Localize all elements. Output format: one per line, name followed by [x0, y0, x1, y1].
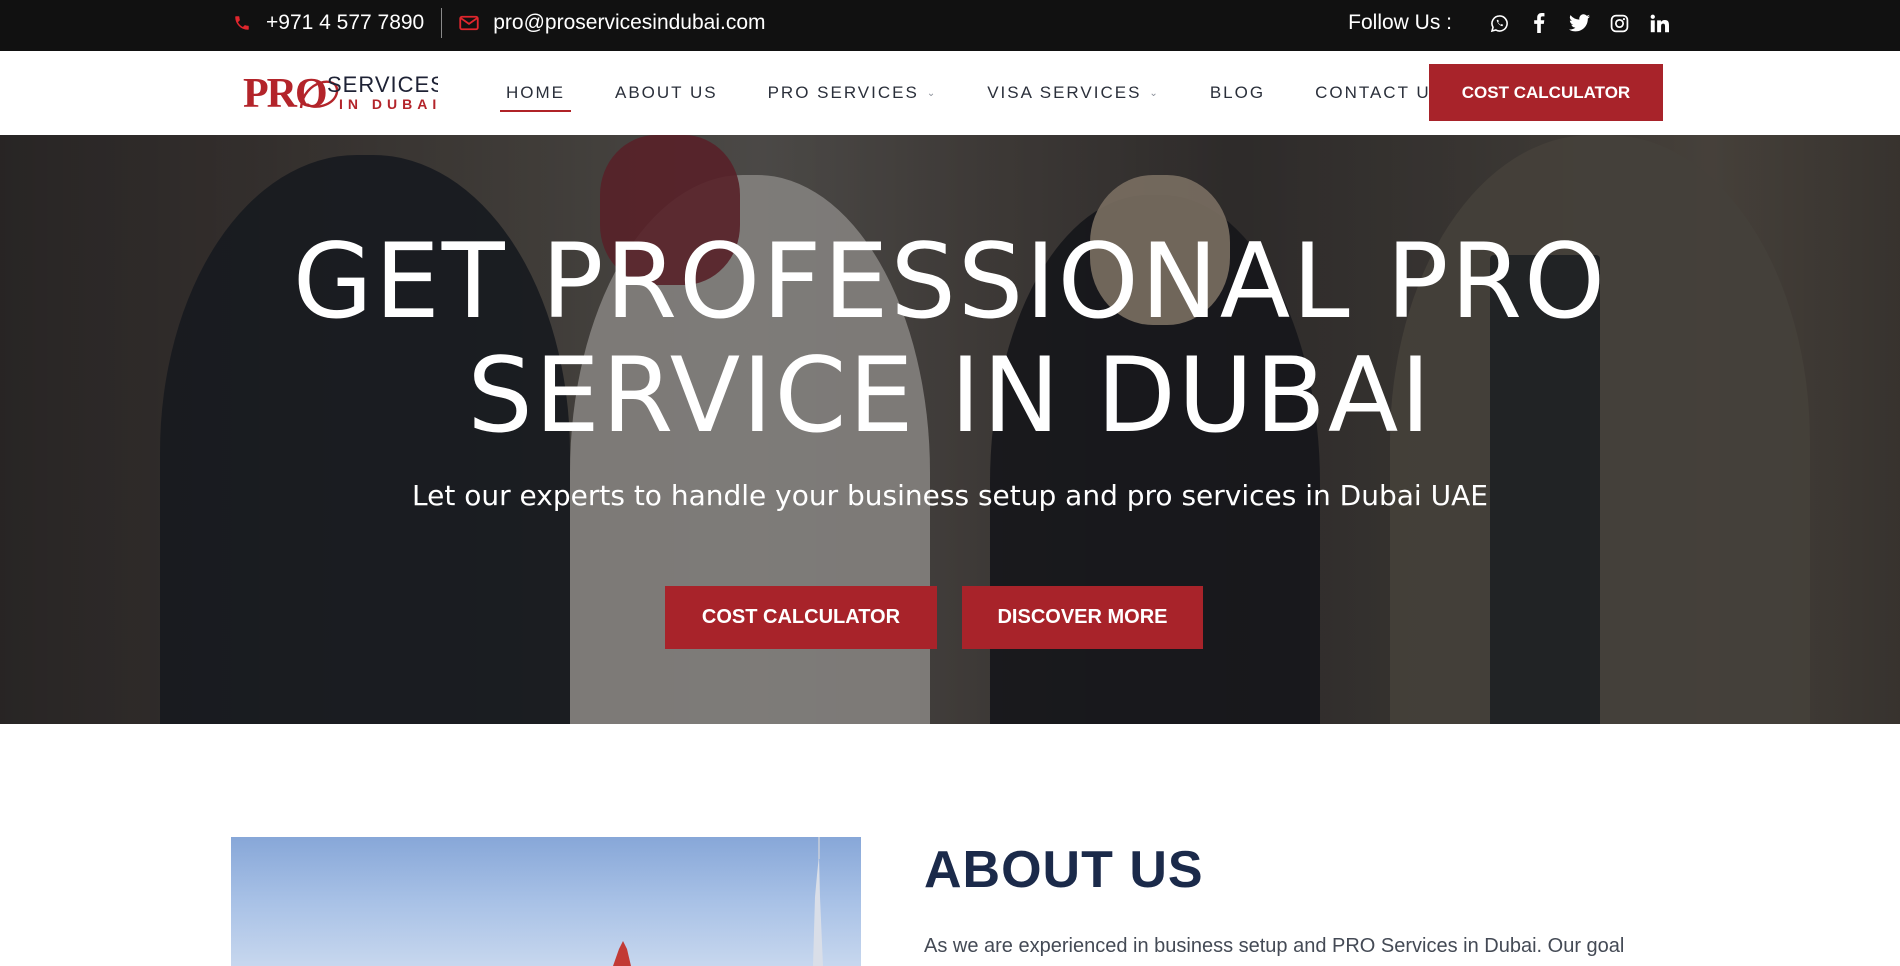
nav-visa-services[interactable]: VISA SERVICES ⌄: [981, 77, 1166, 109]
discover-more-button[interactable]: DISCOVER MORE: [962, 586, 1203, 649]
phone-link[interactable]: +971 4 577 7890: [231, 11, 424, 35]
nav-about-us-label: ABOUT US: [615, 83, 718, 102]
contact-divider: [441, 8, 443, 38]
logo-line1: SERVICES: [327, 72, 438, 97]
nav-home[interactable]: HOME: [500, 77, 571, 112]
instagram-icon[interactable]: [1608, 12, 1630, 34]
email-link[interactable]: pro@proservicesindubai.com: [458, 11, 766, 35]
twitter-icon[interactable]: [1568, 12, 1590, 34]
hero-title-line2: SERVICE IN DUBAI: [467, 336, 1433, 456]
about-title: ABOUT US: [924, 841, 1204, 899]
nav-home-label: HOME: [506, 83, 565, 102]
chevron-down-icon: ⌄: [926, 87, 938, 99]
hero-cost-calculator-button[interactable]: COST CALCULATOR: [665, 586, 937, 649]
logo-mark: PRO: [243, 71, 326, 116]
phone-icon: [231, 12, 253, 34]
logo-line2: IN DUBAI: [339, 96, 438, 112]
cost-calculator-button[interactable]: COST CALCULATOR: [1429, 64, 1663, 121]
nav-visa-services-label: VISA SERVICES: [987, 83, 1142, 102]
top-bar: +971 4 577 7890 pro@proservicesindubai.c…: [0, 0, 1900, 51]
nav-pro-services-label: PRO SERVICES: [767, 83, 919, 102]
contact-info: +971 4 577 7890 pro@proservicesindubai.c…: [231, 0, 766, 46]
linkedin-icon[interactable]: [1648, 12, 1670, 34]
social-links: Follow Us :: [1348, 0, 1670, 46]
dubai-skyline-image: [613, 837, 823, 966]
nav-blog-label: BLOG: [1209, 83, 1266, 102]
about-text: As we are experienced in business setup …: [924, 935, 1625, 957]
facebook-icon[interactable]: [1528, 12, 1550, 34]
email-address: pro@proservicesindubai.com: [493, 11, 766, 34]
site-header: PRO SERVICES IN DUBAI HOME ABOUT US PRO …: [0, 51, 1900, 135]
hero-subtitle: Let our experts to handle your business …: [412, 479, 1488, 512]
hero-banner: GET PROFESSIONAL PRO SERVICE IN DUBAI Le…: [0, 135, 1900, 724]
hero-title-line1: GET PROFESSIONAL PRO: [292, 222, 1608, 342]
nav-pro-services[interactable]: PRO SERVICES ⌄: [762, 77, 944, 109]
hero-title: GET PROFESSIONAL PRO SERVICE IN DUBAI: [0, 225, 1900, 453]
mail-icon: [458, 12, 480, 34]
chevron-down-icon: ⌄: [1149, 87, 1160, 99]
whatsapp-icon[interactable]: [1488, 12, 1510, 34]
site-logo[interactable]: PRO SERVICES IN DUBAI: [243, 68, 445, 117]
nav-about-us[interactable]: ABOUT US: [609, 77, 724, 109]
follow-label: Follow Us :: [1348, 11, 1452, 34]
about-image: [231, 837, 861, 966]
nav-contact-us-label: CONTACT US: [1315, 83, 1444, 102]
hero-buttons: COST CALCULATOR DISCOVER MORE: [665, 586, 1203, 649]
phone-number: +971 4 577 7890: [266, 11, 425, 34]
nav-blog[interactable]: BLOG: [1204, 77, 1271, 109]
main-nav: HOME ABOUT US PRO SERVICES ⌄ VISA SERVIC…: [500, 51, 1488, 135]
